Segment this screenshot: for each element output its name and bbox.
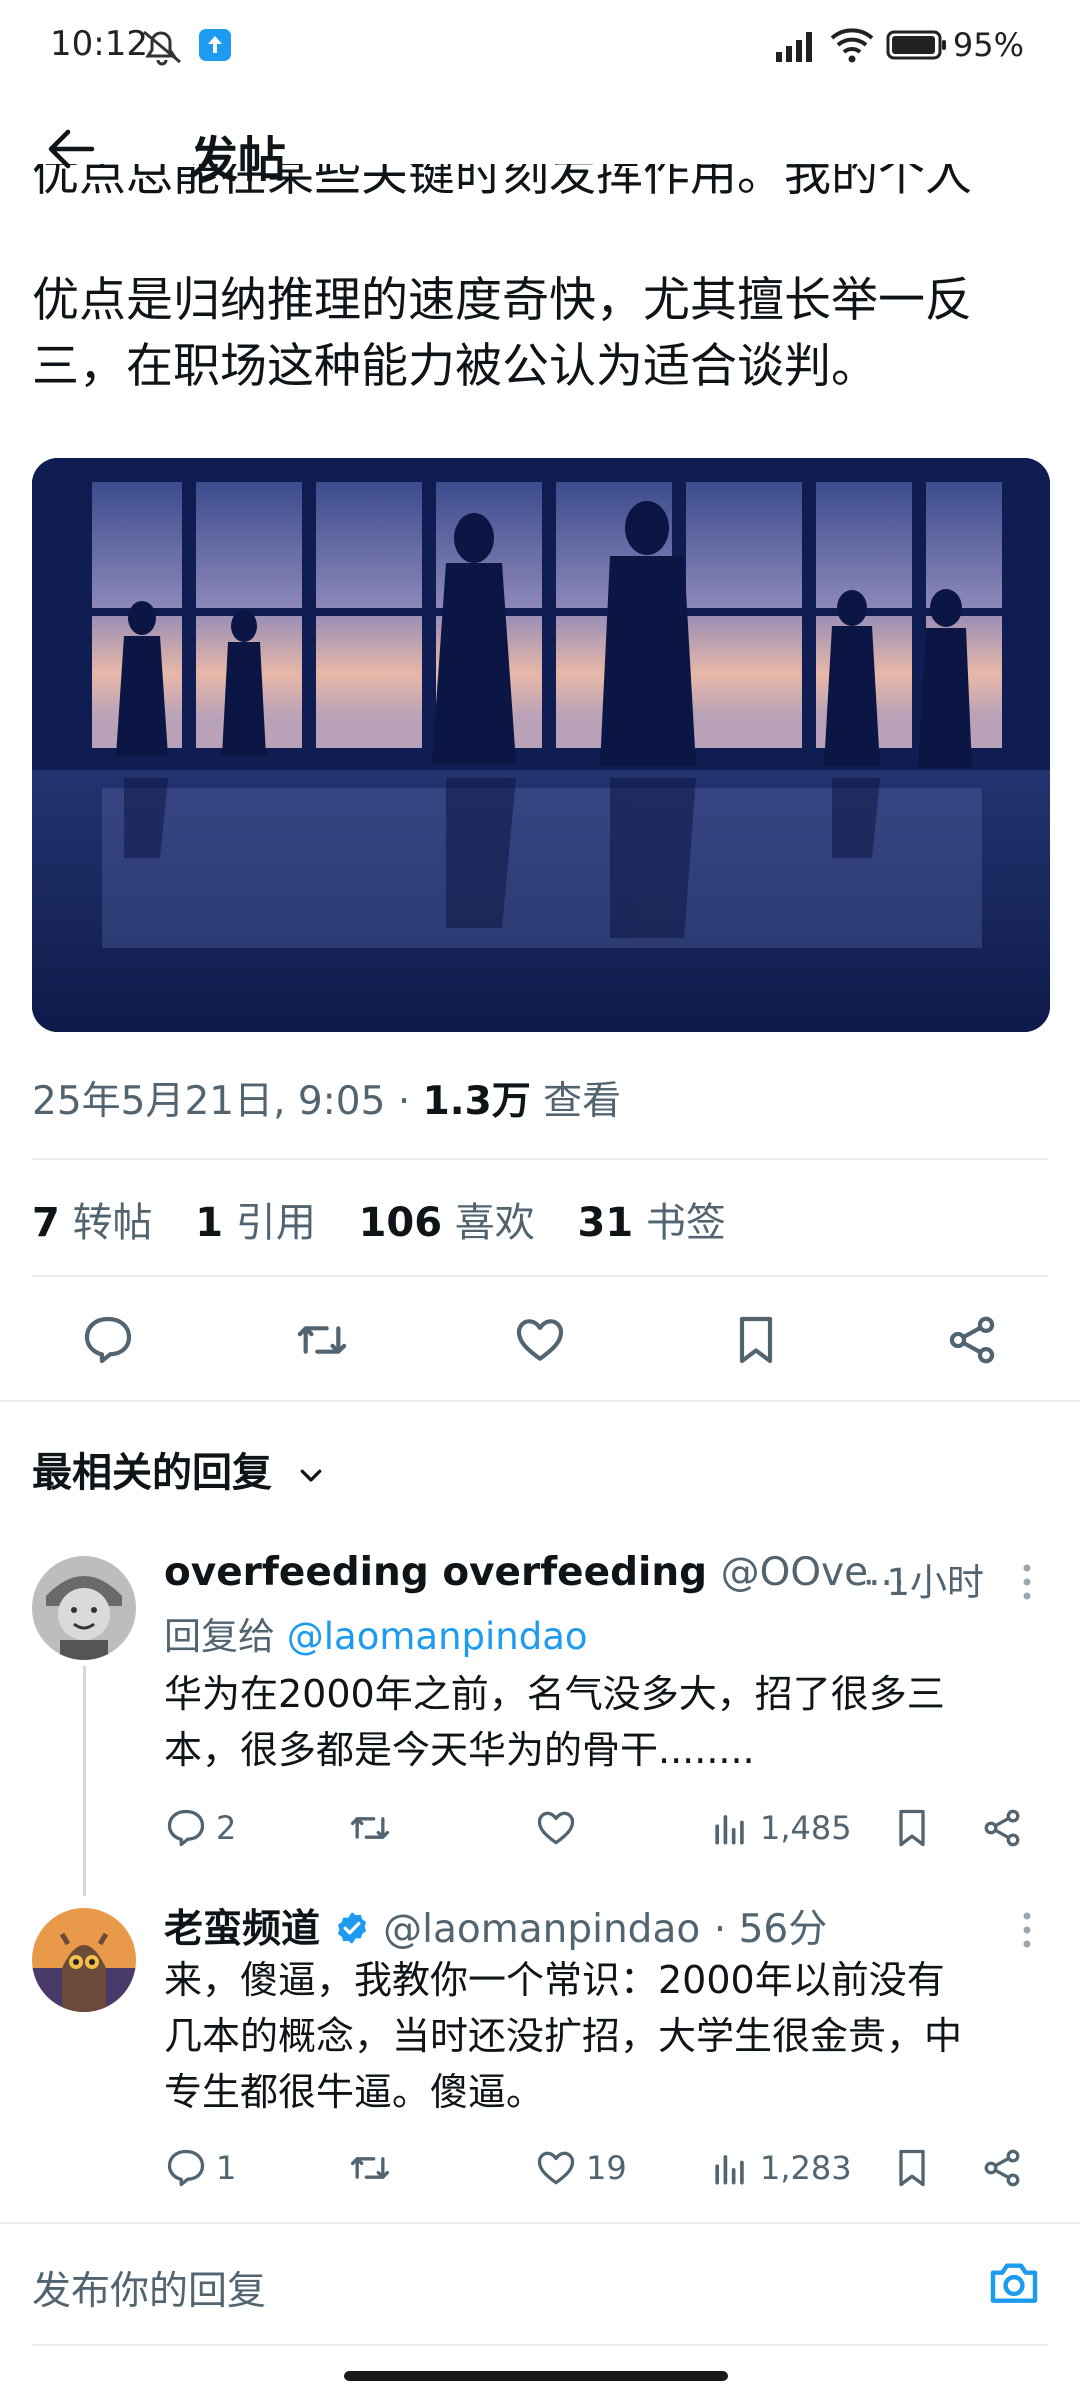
post-text-line: 三，在职场这种能力被公认为适合谈判。 [32, 339, 878, 394]
reply-reply-button[interactable]: 2 [164, 1798, 236, 1858]
reply-like-button[interactable]: 19 [534, 2138, 627, 2198]
battery-percent: 95% [952, 26, 1024, 64]
composer-underline [32, 2344, 1048, 2346]
reply-text-line: 本，很多都是今天华为的骨干........ [164, 1728, 755, 1772]
reply-views-button[interactable]: 1,283 [708, 2138, 852, 2198]
post-text-line: 优点总能在某些关键时刻发挥作用。我的个人 [32, 164, 972, 202]
reply-icon [167, 2149, 205, 2187]
divider [32, 1275, 1048, 1277]
reply-icon[interactable] [80, 1312, 136, 1368]
reply-repost-button[interactable] [348, 1798, 392, 1858]
reply-share-button[interactable] [980, 1798, 1024, 1858]
avatar[interactable] [32, 1908, 136, 2012]
like-icon [537, 1811, 575, 1845]
status-time: 10:12 [50, 24, 148, 64]
stat-likes[interactable]: 106 喜欢 [359, 1200, 535, 1246]
like-count: 19 [586, 2149, 627, 2187]
reply-sort-selector[interactable]: 最相关的回复 [32, 1440, 326, 1498]
author-handle: @laomanpindao [383, 1907, 701, 1952]
reply-author[interactable]: overfeeding overfeeding @OOve... [164, 1550, 905, 1595]
post-text-line: 优点是归纳推理的速度奇快，尤其擅长举一反 [32, 273, 972, 328]
reply-time: · 56分 [713, 1907, 828, 1952]
reply-like-button[interactable] [534, 1798, 586, 1858]
post-text-line-clipped: 优点总能在某些关键时刻发挥作用。我的个人 [32, 164, 1052, 230]
author-name: overfeeding overfeeding [164, 1550, 708, 1595]
status-bar: 10:12 95% [0, 0, 1080, 92]
reply-action-bar: 1 19 1,283 [164, 2138, 1044, 2198]
reply-text: 来，傻逼，我教你一个常识：2000年以前没有 几本的概念，当时还没扩招，大学生很… [164, 1952, 1054, 2120]
wifi-icon [830, 28, 874, 63]
reply-text-line: 来，傻逼，我教你一个常识：2000年以前没有 [164, 1958, 945, 2002]
view-count: 1.3万 [422, 1079, 531, 1124]
post-stats: 7 转帖 1 引用 106 喜欢 31 书签 [32, 1190, 756, 1248]
signal-icon [776, 32, 812, 62]
reply-text-line: 专生都很牛逼。傻逼。 [164, 2070, 545, 2114]
view-count: 1,485 [760, 1809, 852, 1847]
reply-icon [167, 1809, 205, 1847]
view-label: 查看 [530, 1079, 622, 1124]
replying-to: 回复给 @laomanpindao [164, 1615, 588, 1658]
post-meta: 25年5月21日, 9:05 · 1.3万 查看 [32, 1070, 621, 1126]
bookmark-icon [899, 2149, 925, 2187]
bookmark-icon[interactable] [728, 1312, 784, 1368]
stat-reposts[interactable]: 7 转帖 [32, 1200, 153, 1246]
reply-item[interactable]: 老蛮频道 @laomanpindao · 56分 来，傻逼，我教你一个常识：20… [0, 1890, 1080, 2210]
reply-composer[interactable]: 发布你的回复 [0, 2224, 1080, 2344]
view-count: 1,283 [760, 2149, 852, 2187]
divider [0, 1400, 1080, 1402]
reply-text: 华为在2000年之前，名气没多大，招了很多三 本，很多都是今天华为的骨干....… [164, 1666, 1044, 1778]
reply-bookmark-button[interactable] [890, 2138, 934, 2198]
stat-bookmarks[interactable]: 31 书签 [578, 1200, 726, 1246]
chevron-down-icon [300, 1469, 322, 1482]
bookmark-icon [899, 1809, 925, 1847]
avatar[interactable] [32, 1556, 136, 1660]
reply-author[interactable]: 老蛮频道 @laomanpindao · 56分 [164, 1898, 827, 1954]
post-action-bar [0, 1280, 1080, 1400]
more-options-icon[interactable] [1020, 1910, 1034, 1950]
repost-icon [350, 1817, 390, 1839]
author-name: 老蛮频道 [164, 1907, 321, 1952]
office-silhouettes-photo [32, 458, 1050, 1032]
reply-action-bar: 2 1,485 [164, 1798, 1044, 1858]
repost-icon[interactable] [294, 1312, 350, 1368]
reply-share-button[interactable] [980, 2138, 1024, 2198]
home-indicator[interactable] [344, 2371, 728, 2381]
camera-icon[interactable] [986, 2254, 1042, 2310]
share-icon [984, 2149, 1020, 2187]
battery-icon [886, 30, 946, 60]
views-chart-icon [715, 1815, 744, 1845]
more-options-icon[interactable] [1020, 1562, 1034, 1602]
mention-link[interactable]: @laomanpindao [287, 1615, 588, 1658]
reply-views-button[interactable]: 1,485 [708, 1798, 852, 1858]
reply-repost-button[interactable] [348, 2138, 392, 2198]
verified-badge-icon [337, 1912, 366, 1944]
reply-text-line: 几本的概念，当时还没扩招，大学生很金贵，中 [164, 2014, 963, 2058]
post-date: 25年5月21日, 9:05 · [32, 1079, 423, 1124]
upload-notification-icon [199, 29, 231, 61]
views-chart-icon [715, 2155, 744, 2185]
reply-item[interactable]: overfeeding overfeeding @OOve... · 1小时 回… [0, 1540, 1080, 1880]
reply-input-placeholder[interactable]: 发布你的回复 [32, 2260, 266, 2316]
reply-count: 2 [216, 1809, 237, 1847]
share-icon[interactable] [944, 1312, 1000, 1368]
reply-reply-button[interactable]: 1 [164, 2138, 236, 2198]
reply-count: 1 [216, 2149, 237, 2187]
bell-off-icon [143, 30, 181, 66]
share-icon [984, 1809, 1020, 1847]
like-icon [537, 2151, 575, 2185]
reply-text-line: 华为在2000年之前，名气没多大，招了很多三 [164, 1672, 945, 1716]
repost-icon [350, 2157, 390, 2179]
like-icon[interactable] [512, 1312, 568, 1368]
divider [32, 1158, 1048, 1160]
reply-time: · 1小时 [862, 1561, 984, 1604]
stat-quotes[interactable]: 1 引用 [195, 1200, 316, 1246]
post-image[interactable] [32, 458, 1050, 1032]
reply-bookmark-button[interactable] [890, 1798, 934, 1858]
sort-label: 最相关的回复 [32, 1450, 272, 1496]
